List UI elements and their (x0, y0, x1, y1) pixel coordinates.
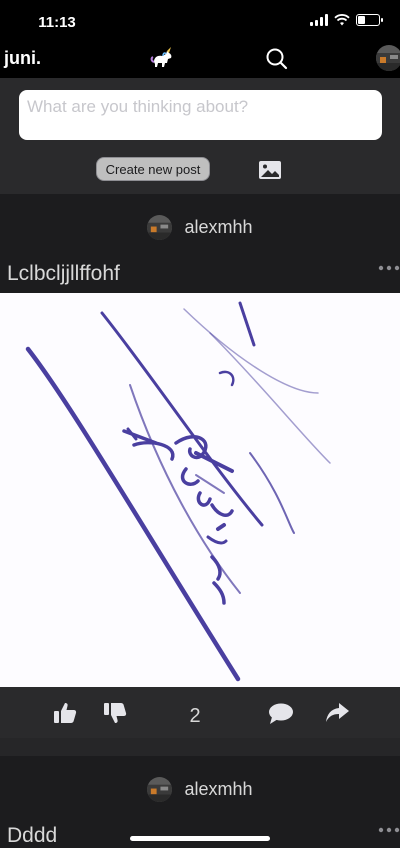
home-indicator[interactable] (130, 836, 270, 841)
search-icon[interactable] (264, 46, 290, 72)
post-composer: Create new post (0, 78, 400, 194)
share-icon[interactable] (324, 701, 350, 725)
post-title: Dddd (7, 824, 58, 847)
post-divider (0, 738, 400, 756)
post-author[interactable]: alexmhh (0, 212, 400, 242)
post-card: alexmhh Lclbcljjllffohf 2 (0, 194, 400, 738)
image-upload-icon[interactable] (258, 160, 282, 180)
battery-icon (356, 14, 383, 26)
status-icons (310, 14, 383, 26)
post-actions-bar: 2 (0, 687, 400, 738)
handwritten-signature-image (25, 301, 331, 682)
vote-count: 2 (189, 705, 201, 727)
status-time: 11:13 (38, 14, 76, 31)
more-options-icon[interactable] (378, 826, 400, 834)
author-avatar[interactable] (147, 214, 173, 240)
post-composer-input[interactable] (19, 90, 382, 140)
status-bar: 11:13 (0, 0, 400, 44)
unicorn-logo-icon[interactable] (148, 46, 176, 72)
top-nav-bar: juni. (0, 44, 400, 78)
more-options-icon[interactable] (378, 264, 400, 272)
thumbs-up-icon[interactable] (52, 701, 78, 725)
app-screen: 11:13 juni. What are you thinking about?… (0, 0, 400, 848)
author-name[interactable]: alexmhh (184, 779, 252, 800)
wifi-icon (334, 14, 350, 26)
create-post-button[interactable]: Create new post (96, 157, 210, 181)
cellular-signal-icon (310, 14, 328, 26)
author-avatar[interactable] (147, 776, 173, 802)
post-image[interactable] (0, 293, 400, 687)
post-author[interactable]: alexmhh (0, 774, 400, 804)
author-name[interactable]: alexmhh (184, 217, 252, 238)
battery-level (358, 16, 365, 24)
profile-avatar[interactable] (376, 45, 400, 71)
post-title: Lclbcljjllffohf (7, 262, 120, 285)
thumbs-down-icon[interactable] (102, 701, 128, 725)
comment-icon[interactable] (267, 702, 295, 726)
brand-logo-text[interactable]: juni. (4, 48, 41, 69)
post-card: alexmhh Dddd (0, 756, 400, 848)
